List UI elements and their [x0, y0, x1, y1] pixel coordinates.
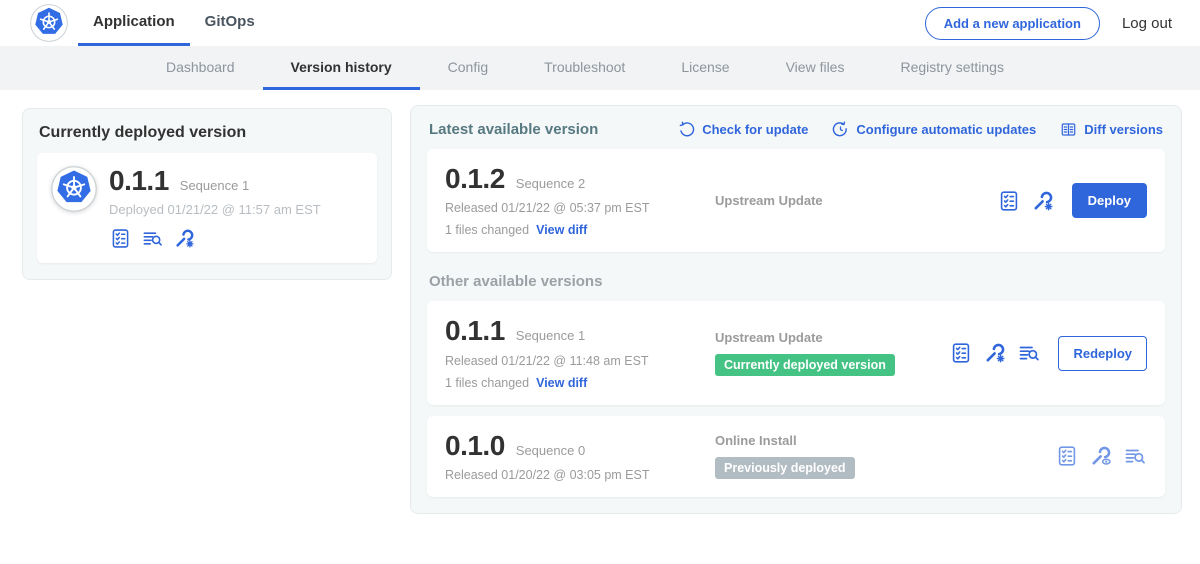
version-source-label: Upstream Update: [715, 330, 949, 345]
deploy-logs-icon[interactable]: [1017, 341, 1041, 365]
diff-versions-link[interactable]: Diff versions: [1060, 121, 1163, 138]
tab-gitops[interactable]: GitOps: [190, 0, 270, 46]
tab-gitops-label: GitOps: [205, 13, 255, 30]
top-navbar: Application GitOps Add a new application…: [0, 0, 1200, 46]
previously-deployed-badge: Previously deployed: [715, 457, 855, 479]
view-config-icon[interactable]: [1089, 444, 1113, 468]
version-card-0-1-1: 0.1.1 Sequence 1 Released 01/21/22 @ 11:…: [427, 301, 1165, 404]
released-timestamp: Released 01/20/22 @ 03:05 pm EST: [445, 468, 693, 482]
view-diff-link[interactable]: View diff: [536, 223, 587, 237]
version-number: 0.1.2: [445, 164, 505, 193]
subnav-tab-license[interactable]: License: [653, 46, 757, 90]
version-actions: Check for update Configure automatic upd…: [678, 121, 1163, 138]
version-card-0-1-0: 0.1.0 Sequence 0 Released 01/20/22 @ 03:…: [427, 416, 1165, 497]
main-content: Currently deployed version 0.1.1 Sequenc…: [0, 90, 1200, 514]
deployed-version-number: 0.1.1: [109, 166, 169, 195]
deployed-sequence-label: Sequence 1: [180, 178, 249, 193]
configure-automatic-updates-link[interactable]: Configure automatic updates: [832, 121, 1036, 138]
deployed-version-card: 0.1.1 Sequence 1 Deployed 01/21/22 @ 11:…: [37, 153, 377, 263]
subnav-tab-version-history[interactable]: Version history: [263, 46, 420, 90]
preflight-checks-icon[interactable]: [997, 189, 1021, 213]
add-application-button[interactable]: Add a new application: [925, 7, 1100, 40]
view-diff-link[interactable]: View diff: [536, 376, 587, 390]
diff-icon: [1060, 121, 1077, 138]
app-tabs: Application GitOps: [78, 0, 270, 46]
version-number: 0.1.1: [445, 316, 505, 345]
version-source-label: Online Install: [715, 433, 1055, 448]
edit-config-icon[interactable]: [1031, 189, 1055, 213]
deploy-button[interactable]: Deploy: [1072, 183, 1147, 218]
subnav-tab-dashboard[interactable]: Dashboard: [138, 46, 263, 90]
deployed-version-info: 0.1.1 Sequence 1 Deployed 01/21/22 @ 11:…: [109, 166, 321, 250]
version-source-label: Upstream Update: [715, 193, 997, 208]
version-card-0-1-2: 0.1.2 Sequence 2 Released 01/21/22 @ 05:…: [427, 149, 1165, 252]
clock-refresh-icon: [832, 121, 849, 138]
deployed-timestamp: Deployed 01/21/22 @ 11:57 am EST: [109, 202, 321, 217]
released-timestamp: Released 01/21/22 @ 11:48 am EST: [445, 354, 693, 368]
deployed-panel-title: Currently deployed version: [37, 122, 377, 142]
app-logo-icon: [51, 166, 97, 212]
subnav-tab-registry-settings[interactable]: Registry settings: [872, 46, 1031, 90]
check-for-update-link[interactable]: Check for update: [678, 121, 808, 138]
preflight-checks-icon[interactable]: [1055, 444, 1079, 468]
currently-deployed-badge: Currently deployed version: [715, 354, 895, 376]
sequence-label: Sequence 1: [516, 328, 585, 343]
redeploy-button[interactable]: Redeploy: [1058, 336, 1147, 371]
subnav-tab-config[interactable]: Config: [420, 46, 516, 90]
available-panel-header: Latest available version Check for updat…: [427, 118, 1165, 138]
sequence-label: Sequence 2: [516, 176, 585, 191]
topbar-right: Add a new application Log out: [925, 0, 1172, 46]
available-versions-panel: Latest available version Check for updat…: [410, 105, 1182, 514]
preflight-checks-icon[interactable]: [949, 341, 973, 365]
files-changed-label: 1 files changed: [445, 223, 529, 237]
deploy-logs-icon[interactable]: [1123, 444, 1147, 468]
app-subnav: Dashboard Version history Config Trouble…: [0, 46, 1200, 90]
currently-deployed-panel: Currently deployed version 0.1.1 Sequenc…: [22, 108, 392, 280]
files-changed-label: 1 files changed: [445, 376, 529, 390]
subnav-tab-view-files[interactable]: View files: [758, 46, 873, 90]
tab-application-label: Application: [93, 13, 175, 30]
sequence-label: Sequence 0: [516, 443, 585, 458]
released-timestamp: Released 01/21/22 @ 05:37 pm EST: [445, 201, 693, 215]
preflight-checks-icon[interactable]: [109, 227, 132, 250]
edit-config-icon[interactable]: [173, 227, 196, 250]
refresh-icon: [678, 121, 695, 138]
edit-config-icon[interactable]: [983, 341, 1007, 365]
other-versions-title: Other available versions: [429, 273, 1163, 290]
kubernetes-logo-icon: [30, 4, 68, 42]
version-number: 0.1.0: [445, 431, 505, 460]
subnav-tab-troubleshoot[interactable]: Troubleshoot: [516, 46, 653, 90]
logout-link[interactable]: Log out: [1122, 15, 1172, 32]
available-panel-title: Latest available version: [429, 121, 598, 138]
deploy-logs-icon[interactable]: [141, 227, 164, 250]
tab-application[interactable]: Application: [78, 0, 190, 46]
